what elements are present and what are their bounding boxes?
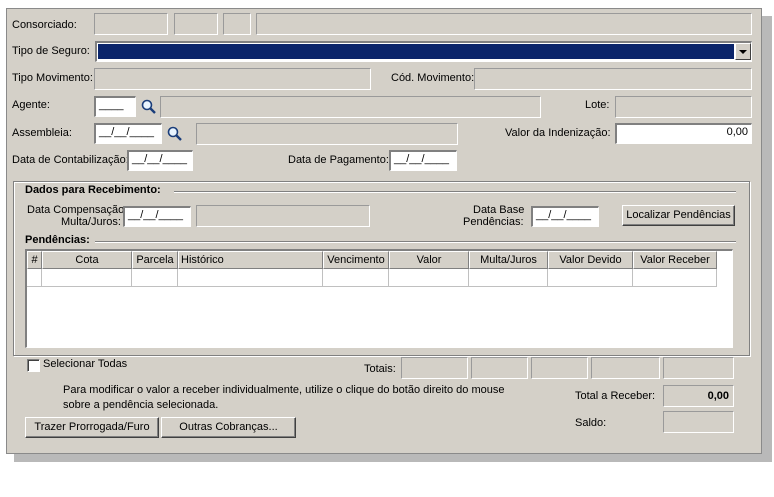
lote-label: Lote:: [585, 99, 610, 111]
tipo-movimento-field: [94, 68, 371, 90]
total-devido-field: [531, 357, 588, 379]
selecionar-todas-checkbox[interactable]: [27, 359, 40, 372]
col-header-parcela[interactable]: Parcela: [132, 251, 178, 269]
form-window: Consorciado: Tipo de Seguro: Tipo Movime…: [6, 8, 762, 454]
consorciado-label: Consorciado:: [12, 19, 77, 31]
data-pagamento-input[interactable]: __/__/____: [389, 150, 457, 171]
consorciado-field-1: [94, 13, 168, 35]
tipo-seguro-label: Tipo de Seguro:: [12, 45, 90, 57]
assembleia-detail-field: [196, 123, 458, 145]
agente-input[interactable]: ____: [94, 96, 136, 117]
col-header-multa-juros[interactable]: Multa/Juros: [469, 251, 548, 269]
consorciado-field-2: [174, 13, 218, 35]
saldo-label: Saldo:: [575, 417, 607, 429]
table-header-row: # Cota Parcela Histórico Vencimento Valo…: [27, 251, 717, 269]
data-contabilizacao-label: Data de Contabilização:: [12, 154, 129, 166]
data-contabilizacao-input[interactable]: __/__/____: [127, 150, 193, 171]
tipo-movimento-label: Tipo Movimento:: [12, 72, 93, 84]
cod-movimento-label: Cód. Movimento:: [391, 72, 475, 84]
col-header-valor-receber[interactable]: Valor Receber: [633, 251, 717, 269]
total-extra-field: [663, 357, 734, 379]
tipo-seguro-select[interactable]: [95, 41, 752, 62]
data-compensacao-detail-field: [196, 205, 370, 227]
data-compensacao-input[interactable]: __/__/____: [123, 206, 191, 227]
dropdown-button[interactable]: [735, 43, 751, 60]
outras-cobrancas-button[interactable]: Outras Cobranças...: [161, 417, 296, 438]
search-icon[interactable]: [140, 98, 158, 116]
assembleia-label: Assembleia:: [12, 127, 72, 139]
data-compensacao-label-2: Multa/Juros:: [61, 216, 121, 228]
total-receber-label: Total a Receber:: [575, 390, 656, 402]
table-cell: [323, 269, 389, 287]
col-header-historico[interactable]: Histórico: [178, 251, 323, 269]
table-cell: [132, 269, 178, 287]
total-multa-field: [471, 357, 528, 379]
hint-line-1: Para modificar o valor a receber individ…: [63, 384, 505, 396]
col-header-cota[interactable]: Cota: [42, 251, 132, 269]
valor-indenizacao-label: Valor da Indenização:: [505, 127, 611, 139]
table-cell: [27, 269, 42, 287]
valor-indenizacao-input[interactable]: 0,00: [615, 123, 752, 144]
assembleia-input[interactable]: __/__/____: [94, 123, 162, 144]
cod-movimento-field: [474, 68, 752, 90]
consorciado-name-field: [256, 13, 752, 35]
trazer-prorrogada-button[interactable]: Trazer Prorrogada/Furo: [25, 417, 159, 438]
data-base-label-2: Pendências:: [463, 216, 524, 228]
table-cell: [633, 269, 717, 287]
pendencias-divider: [95, 241, 736, 243]
saldo-field: [663, 411, 734, 433]
tipo-seguro-selection: [98, 44, 734, 59]
search-icon[interactable]: [166, 125, 184, 143]
total-valor-field: [401, 357, 468, 379]
chevron-down-icon: [739, 50, 747, 54]
table-cell: [389, 269, 469, 287]
consorciado-field-3: [223, 13, 251, 35]
col-header-valor-devido[interactable]: Valor Devido: [548, 251, 633, 269]
agente-name-field: [160, 96, 541, 118]
total-receber-field: 0,00: [663, 385, 734, 407]
lote-field: [615, 96, 752, 118]
table-cell: [42, 269, 132, 287]
total-receber-col-field: [591, 357, 660, 379]
table-cell: [548, 269, 633, 287]
col-header-valor[interactable]: Valor: [389, 251, 469, 269]
agente-label: Agente:: [12, 99, 50, 111]
data-base-input[interactable]: __/__/____: [531, 206, 599, 227]
pendencias-title: Pendências:: [25, 234, 90, 246]
totais-label: Totais:: [364, 363, 396, 375]
localizar-pendencias-button[interactable]: Localizar Pendências: [622, 205, 735, 226]
group-divider: [174, 191, 736, 193]
recebimento-group-title: Dados para Recebimento:: [25, 184, 161, 196]
table-cell: [178, 269, 323, 287]
pendencias-table[interactable]: # Cota Parcela Histórico Vencimento Valo…: [25, 249, 733, 348]
col-header-vencimento[interactable]: Vencimento: [323, 251, 389, 269]
hint-line-2: sobre a pendência selecionada.: [63, 399, 219, 411]
table-cell: [469, 269, 548, 287]
col-header-number[interactable]: #: [27, 251, 42, 269]
data-pagamento-label: Data de Pagamento:: [288, 154, 389, 166]
selecionar-todas-label: Selecionar Todas: [43, 358, 128, 370]
